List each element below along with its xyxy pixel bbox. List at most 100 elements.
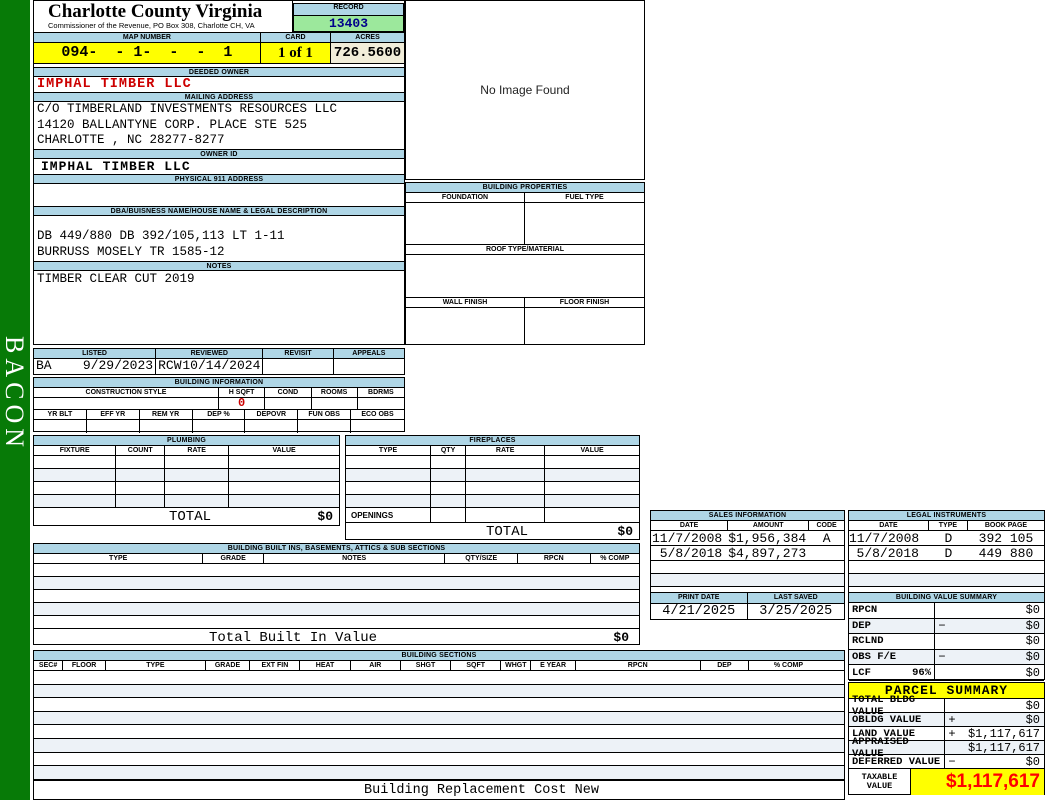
card-value[interactable]: 1 of 1 xyxy=(260,43,332,63)
column-header: % COMP xyxy=(600,555,630,562)
map-card-acres-headers: MAP NUMBER CARD ACRES xyxy=(34,33,404,43)
table-cell: 11/7/2008 xyxy=(651,531,723,545)
column-header: RPCN xyxy=(518,554,591,563)
county-subtitle: Commissioner of the Revenue, PO Box 308,… xyxy=(48,21,255,30)
foundation-fuel-headers: FOUNDATION FUEL TYPE xyxy=(406,193,644,203)
text-line: DB 449/880 DB 392/105,113 LT 1-11 xyxy=(37,229,285,243)
table-cell: D xyxy=(944,546,953,560)
built-ins-total-value: $0 xyxy=(613,630,629,645)
record-box: RECORD 13403 xyxy=(292,1,404,32)
table-cell: 449 880 xyxy=(978,546,1034,560)
empty-row xyxy=(34,564,639,577)
owner-id-value: IMPHAL TIMBER LLC xyxy=(41,159,191,174)
building-sections-headers: SEC# FLOOR TYPE GRADE EXT FIN HEAT AIR SHGT SQFT… xyxy=(34,661,844,671)
h-sqft-value: 0 xyxy=(219,397,266,409)
reviewed-date: 10/14/2024 xyxy=(182,358,261,373)
text-line: CHARLOTTE , NC 28277-8277 xyxy=(37,133,225,147)
empty-row xyxy=(34,753,844,767)
fireplaces-empty-rows xyxy=(346,456,639,508)
empty-row xyxy=(34,725,844,739)
empty-row xyxy=(346,469,639,482)
map-card-acres-values: 094- - 1- - - 1 1 of 1 726.5600 xyxy=(34,43,404,64)
last-saved-value: 3/25/2025 xyxy=(759,604,833,619)
built-ins-headers: TYPE GRADE NOTES QTY/SIZE RPCN % COMP xyxy=(34,554,639,564)
column-header: RATE xyxy=(466,446,546,455)
table-cell: D xyxy=(944,531,953,545)
plumbing-table: PLUMBING FIXTURE COUNT RATE VALUE TOTAL $0 xyxy=(33,435,340,526)
summary-row: OBLDG VALUE + $0 xyxy=(849,713,1044,727)
building-value-summary-title: BUILDING VALUE SUMMARY xyxy=(849,593,1044,603)
column-header: CONSTRUCTION STYLE xyxy=(34,388,219,397)
summary-label: RCLND xyxy=(849,634,935,649)
print-date-value: 4/21/2025 xyxy=(651,604,748,620)
physical-911-address-label: PHYSICAL 911 ADDRESS xyxy=(34,174,404,184)
column-header: VALUE xyxy=(272,447,296,454)
fireplaces-total-value: $0 xyxy=(617,524,633,539)
plumbing-total-label: TOTAL xyxy=(169,508,212,525)
column-header: BDRMS xyxy=(368,389,394,396)
legal-title: LEGAL INSTRUMENTS xyxy=(849,511,1044,521)
column-header: TYPE xyxy=(346,446,431,455)
physical-911-address-value xyxy=(34,184,404,202)
sidebar-green-bar: BACON xyxy=(0,0,30,800)
plumbing-headers: FIXTURE COUNT RATE VALUE xyxy=(34,446,339,456)
empty-row xyxy=(34,577,639,590)
summary-row: TOTAL BLDG VALUE $0 xyxy=(849,694,1044,718)
column-header: QTY/SIZE xyxy=(445,554,518,563)
building-value-summary-box: BUILDING VALUE SUMMARY RPCN $0 DEP − $0 RCLND… xyxy=(848,592,1045,681)
building-properties-box: BUILDING PROPERTIES FOUNDATION FUEL TYPE… xyxy=(405,182,645,345)
empty-row xyxy=(34,456,339,469)
summary-operator: + xyxy=(948,712,956,727)
column-header: RATE xyxy=(165,446,230,455)
fireplaces-openings-row: OPENINGS xyxy=(346,508,639,523)
empty-row xyxy=(34,766,844,780)
table-row: 5/8/2018 D 449 880 xyxy=(849,546,1044,561)
column-header: AIR xyxy=(351,661,401,670)
column-header: DATE xyxy=(849,521,929,530)
built-ins-empty-rows xyxy=(34,564,639,629)
owner-id-label: OWNER ID xyxy=(34,149,404,159)
summary-label: LCF 96% xyxy=(849,665,935,680)
table-cell: 5/8/2018 xyxy=(659,546,723,560)
column-header: FIXTURE xyxy=(34,446,117,455)
column-header: HEAT xyxy=(300,661,351,670)
foundation-label: FOUNDATION xyxy=(406,193,525,202)
built-ins-table: BUILDING BUILT INS, BASEMENTS, ATTICS & … xyxy=(33,543,640,646)
summary-row: DEFERRED VALUE − $0 xyxy=(849,755,1044,769)
building-info-headers-2: YR BLT EFF YR REM YR DEP % DEPOVR FUN OBS ECO … xyxy=(34,410,404,420)
building-info-values-2 xyxy=(34,420,404,433)
summary-label: RPCN xyxy=(849,603,935,618)
column-header: GRADE xyxy=(206,661,251,670)
summary-row: OBS F/E − $0 xyxy=(849,649,1044,666)
sales-headers: DATE AMOUNT CODE xyxy=(651,521,844,531)
appeals-value xyxy=(334,359,404,374)
empty-row xyxy=(34,711,844,726)
column-header: LISTED xyxy=(34,349,157,358)
county-name: Charlotte County Virginia xyxy=(48,1,263,22)
record-value: 13403 xyxy=(293,15,404,32)
map-number-value[interactable]: 094- - 1- - - 1 xyxy=(34,43,261,63)
empty-row xyxy=(849,574,1044,587)
building-info-headers-1: CONSTRUCTION STYLE H SQFT COND ROOMS BDRMS xyxy=(34,388,404,398)
cond-value xyxy=(265,398,312,409)
sales-title: SALES INFORMATION xyxy=(651,511,844,521)
reviewed-value: RCW 10/14/2024 xyxy=(156,358,264,374)
summary-value: $0 xyxy=(1025,712,1040,727)
legal-headers: DATE TYPE BOOK PAGE xyxy=(849,521,1044,531)
column-header: GRADE xyxy=(203,554,264,563)
mailing-address-value: C/O TIMBERLAND INVESTMENTS RESOURCES LLC… xyxy=(34,102,404,149)
deeded-owner-value[interactable]: IMPHAL TIMBER LLC xyxy=(34,77,404,92)
empty-row xyxy=(651,574,844,587)
empty-row xyxy=(34,616,639,629)
legal-empty-rows xyxy=(849,561,1044,587)
summary-row: APPRAISED VALUE $1,117,617 xyxy=(849,736,1044,760)
revisit-value xyxy=(263,359,334,374)
column-header: REM YR xyxy=(140,410,193,419)
county-title-block: Charlotte County Virginia Commissioner o… xyxy=(34,1,292,32)
empty-row xyxy=(346,482,639,495)
mailing-address-label: MAILING ADDRESS xyxy=(34,92,404,102)
table-cell: 11/7/2008 xyxy=(849,531,920,545)
plumbing-title: PLUMBING xyxy=(34,436,339,446)
column-header: E YEAR xyxy=(531,661,576,670)
table-cell: 392 105 xyxy=(978,531,1034,545)
